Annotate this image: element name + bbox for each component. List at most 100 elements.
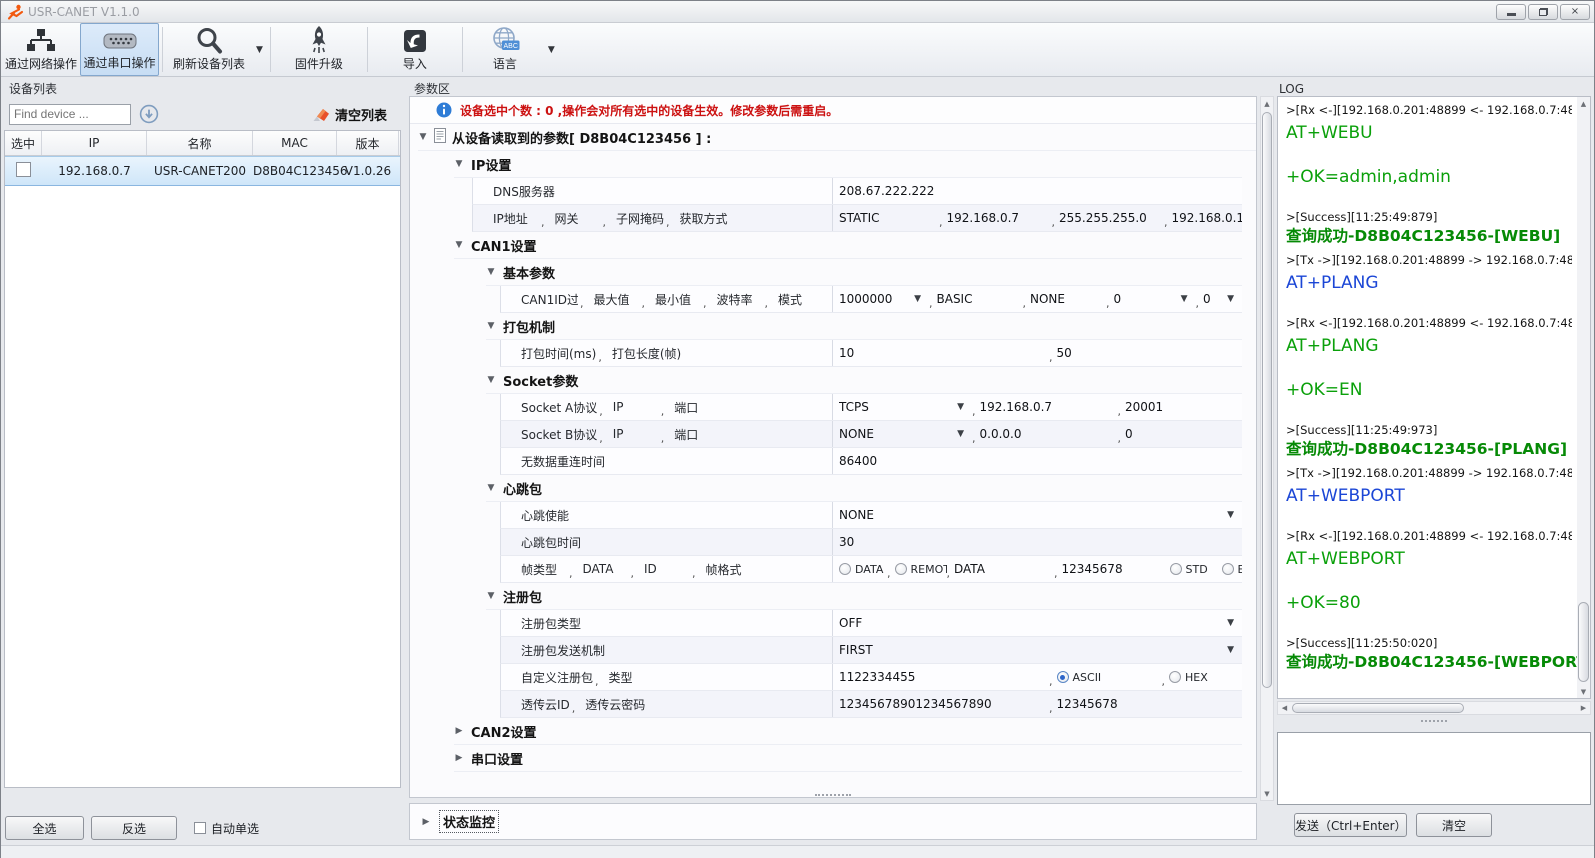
radio-std[interactable] [1170, 563, 1182, 575]
dropdown-arrow-icon[interactable]: ▼ [1181, 294, 1196, 304]
close-button[interactable]: × [1560, 4, 1590, 20]
log-vertical-scrollbar[interactable]: ▲ ▼ [1577, 97, 1590, 698]
cloud-id-value-0[interactable]: 12345678901234567890 [839, 697, 1049, 711]
radio-data[interactable] [839, 563, 851, 575]
section-ip-settings[interactable]: ▼IP设置 [454, 151, 1242, 178]
pack-time-value-1[interactable]: 50 [1057, 346, 1072, 360]
dropdown-caret-icon[interactable]: ▼ [544, 45, 559, 55]
frame-type-value-4[interactable]: STD [1170, 563, 1222, 576]
register-type-value-0[interactable]: OFF▼ [839, 616, 1242, 630]
section-heartbeat[interactable]: ▼心跳包 [486, 475, 1242, 502]
select-all-button[interactable]: 全选 [5, 816, 84, 840]
tree-root-device-params-root[interactable]: ▼从设备读取到的参数[ D8B04C123456 ] : [418, 124, 1256, 151]
section-register-packet[interactable]: ▼注册包 [486, 583, 1242, 610]
scroll-up-icon[interactable]: ▲ [1577, 97, 1590, 110]
scrollbar-thumb[interactable] [1262, 112, 1272, 688]
can1-basic-value-2[interactable]: NONE [1030, 292, 1106, 306]
status-monitor-header[interactable]: ▶ 状态监控 [409, 803, 1257, 840]
frame-type-value-2[interactable]: DATA [954, 562, 1054, 576]
frame-type-value-3[interactable]: 12345678 [1062, 562, 1170, 576]
scroll-right-icon[interactable]: ▶ [1577, 702, 1590, 714]
toolbar-button-refresh[interactable]: 刷新设备列表 [166, 23, 252, 76]
radio-remote[interactable] [895, 563, 907, 575]
log-output[interactable]: >[Rx <-][192.168.0.201:48899 <- 192.168.… [1277, 96, 1591, 699]
device-column-header-2[interactable]: 名称 [147, 131, 253, 155]
can1-basic-value-3[interactable]: 0▼ [1114, 292, 1196, 306]
restore-button[interactable] [1528, 4, 1558, 20]
custom-register-value-2[interactable]: HEX [1169, 671, 1229, 684]
no-data-reconnect-value-0[interactable]: 86400 [839, 454, 877, 468]
expanded-arrow-icon[interactable]: ▼ [418, 132, 428, 142]
toolbar-button-language[interactable]: ABC语言 [466, 23, 544, 76]
collapsed-arrow-icon[interactable]: ▶ [454, 726, 464, 736]
socket-a-value-2[interactable]: 20001 [1125, 400, 1163, 414]
dropdown-caret-icon[interactable]: ▼ [252, 45, 267, 55]
socket-b-value-2[interactable]: 0 [1125, 427, 1133, 441]
can1-basic-value-4[interactable]: 0▼ [1203, 292, 1242, 306]
scroll-down-icon[interactable]: ▼ [1577, 685, 1590, 698]
frame-type-value-0[interactable]: DATA [839, 563, 887, 576]
radio-ascii[interactable] [1057, 671, 1069, 683]
dropdown-arrow-icon[interactable]: ▼ [957, 402, 972, 412]
scroll-down-icon[interactable]: ▼ [1261, 787, 1273, 800]
ip-address-value-0[interactable]: STATIC [839, 211, 939, 225]
search-go-button[interactable] [139, 104, 159, 124]
dropdown-arrow-icon[interactable]: ▼ [914, 294, 929, 304]
toolbar-button-serial[interactable]: 通过串口操作 [80, 23, 159, 76]
toolbar-button-network[interactable]: 通过网络操作 [2, 23, 80, 76]
device-column-header-0[interactable]: 选中 [5, 131, 42, 155]
section-can1-packing[interactable]: ▼打包机制 [486, 313, 1242, 340]
clear-list-button[interactable]: 清空列表 [312, 105, 387, 124]
device-row-checkbox[interactable] [16, 162, 31, 177]
scrollbar-thumb[interactable] [1578, 602, 1589, 682]
section-can2-settings[interactable]: ▶CAN2设置 [454, 718, 1242, 745]
section-can1-settings[interactable]: ▼CAN1设置 [454, 232, 1242, 259]
expanded-arrow-icon[interactable]: ▼ [454, 240, 464, 250]
dropdown-arrow-icon[interactable]: ▼ [1227, 618, 1242, 628]
search-input[interactable] [9, 104, 131, 125]
can1-basic-value-0[interactable]: 1000000▼ [839, 292, 929, 306]
pack-time-value-0[interactable]: 10 [839, 346, 1049, 360]
auto-single-checkbox[interactable] [194, 822, 206, 834]
socket-b-value-1[interactable]: 0.0.0.0 [980, 427, 1118, 441]
device-column-header-1[interactable]: IP [42, 131, 147, 155]
send-button[interactable]: 发送（Ctrl+Enter） [1294, 813, 1407, 837]
ip-address-value-3[interactable]: 192.168.0.1▼ [1172, 211, 1243, 225]
custom-register-value-1[interactable]: ASCII [1057, 671, 1162, 684]
toolbar-button-firmware[interactable]: 固件升级 [274, 23, 364, 76]
dropdown-arrow-icon[interactable]: ▼ [1227, 510, 1242, 520]
heartbeat-time-value-0[interactable]: 30 [839, 535, 854, 549]
section-can1-basic-params[interactable]: ▼基本参数 [486, 259, 1242, 286]
collapsed-arrow-icon[interactable]: ▶ [454, 753, 464, 763]
expanded-arrow-icon[interactable]: ▼ [486, 591, 496, 601]
ip-address-value-2[interactable]: 255.255.255.0 [1059, 211, 1164, 225]
splitter-grip[interactable] [815, 794, 851, 796]
ip-address-value-1[interactable]: 192.168.0.7 [947, 211, 1052, 225]
scrollbar-thumb[interactable] [1292, 703, 1464, 713]
dropdown-arrow-icon[interactable]: ▼ [957, 429, 972, 439]
radio-exd[interactable] [1222, 563, 1234, 575]
can1-basic-value-1[interactable]: BASIC [937, 292, 1023, 306]
dns-server-value-0[interactable]: 208.67.222.222 [839, 184, 934, 198]
clear-log-button[interactable]: 清空 [1416, 813, 1492, 837]
minimize-button[interactable] [1496, 4, 1526, 20]
expanded-arrow-icon[interactable]: ▼ [486, 483, 496, 493]
log-horizontal-scrollbar[interactable]: ◀ ▶ [1277, 701, 1591, 715]
command-input[interactable] [1277, 732, 1591, 805]
section-socket-params[interactable]: ▼Socket参数 [486, 367, 1242, 394]
device-row[interactable]: 192.168.0.7USR-CANET200D8B04C123456V1.0.… [5, 156, 400, 186]
heartbeat-enable-value-0[interactable]: NONE▼ [839, 508, 1242, 522]
expanded-arrow-icon[interactable]: ▼ [454, 159, 464, 169]
device-column-header-4[interactable]: 版本 [337, 131, 399, 155]
section-serial-settings[interactable]: ▶串口设置 [454, 745, 1242, 772]
splitter-grip[interactable] [1421, 720, 1447, 722]
scroll-left-icon[interactable]: ◀ [1278, 702, 1291, 714]
parameter-vertical-scrollbar[interactable]: ▲ ▼ [1260, 96, 1274, 801]
auto-single-select[interactable]: 自动单选 [194, 820, 259, 837]
toolbar-button-import[interactable]: 导入 [371, 23, 459, 76]
device-column-header-3[interactable]: MAC [253, 131, 337, 155]
scroll-up-icon[interactable]: ▲ [1261, 97, 1273, 110]
invert-select-button[interactable]: 反选 [91, 816, 177, 840]
cloud-id-value-1[interactable]: 12345678 [1057, 697, 1118, 711]
frame-type-value-5[interactable]: EXD [1222, 563, 1243, 576]
